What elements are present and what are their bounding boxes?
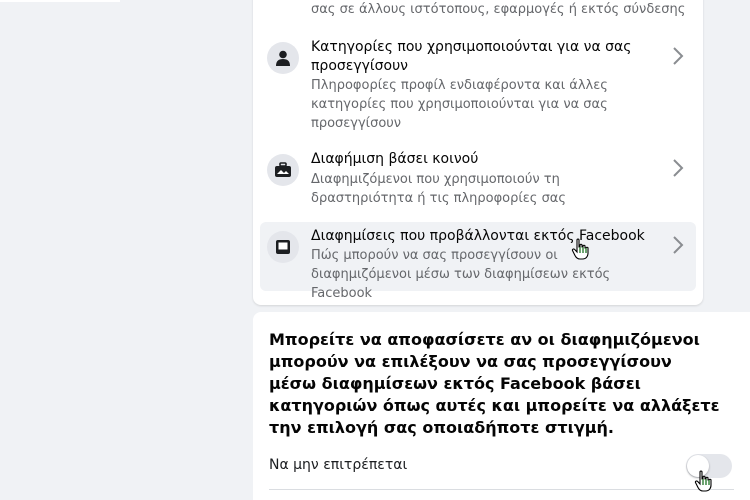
hand-cursor-icon xyxy=(694,470,712,492)
menu-item-title: Κατηγορίες που χρησιμοποιούνται για να σ… xyxy=(311,39,632,74)
briefcase-icon xyxy=(267,154,299,186)
menu-item-title: Διαφημίσεις που προβάλλονται εκτός Faceb… xyxy=(311,228,645,244)
ad-settings-card: σας σε άλλους ιστότοπους, εφαρμογές ή εκ… xyxy=(253,0,703,305)
chevron-right-icon xyxy=(673,47,684,65)
menu-item-audience-ads[interactable]: Διαφήμιση βάσει κοινού Διαφημιζόμενοι πο… xyxy=(260,145,696,207)
menu-item-description: Πώς μπορούν να σας προσεγγίσουν οι διαφη… xyxy=(311,248,611,301)
menu-item-ads-off-facebook[interactable]: Διαφημίσεις που προβάλλονται εκτός Faceb… xyxy=(260,222,696,301)
ads-off-facebook-panel: Μπορείτε να αποφασίσετε αν οι διαφημιζόμ… xyxy=(253,312,750,500)
chevron-right-icon xyxy=(673,159,684,177)
divider xyxy=(269,489,734,490)
hand-cursor-icon xyxy=(571,238,589,260)
chevron-right-icon xyxy=(673,236,684,254)
menu-item-categories[interactable]: Κατηγορίες που χρησιμοποιούνται για να σ… xyxy=(260,33,696,133)
option-label: Να μην επιτρέπεται xyxy=(269,457,408,473)
menu-item-description: Πληροφορίες προφίλ ενδιαφέροντα και άλλε… xyxy=(311,78,608,131)
panel-heading: Μπορείτε να αποφασίσετε αν οι διαφημιζόμ… xyxy=(269,330,720,437)
person-icon xyxy=(267,42,299,74)
previous-item-description: σας σε άλλους ιστότοπους, εφαρμογές ή εκ… xyxy=(311,2,686,17)
menu-item-description: Διαφημιζόμενοι που χρησιμοποιούν τη δρασ… xyxy=(311,172,567,206)
menu-item-title: Διαφήμιση βάσει κοινού xyxy=(311,151,479,167)
left-column-edge xyxy=(0,0,120,2)
tablet-icon xyxy=(267,231,299,263)
